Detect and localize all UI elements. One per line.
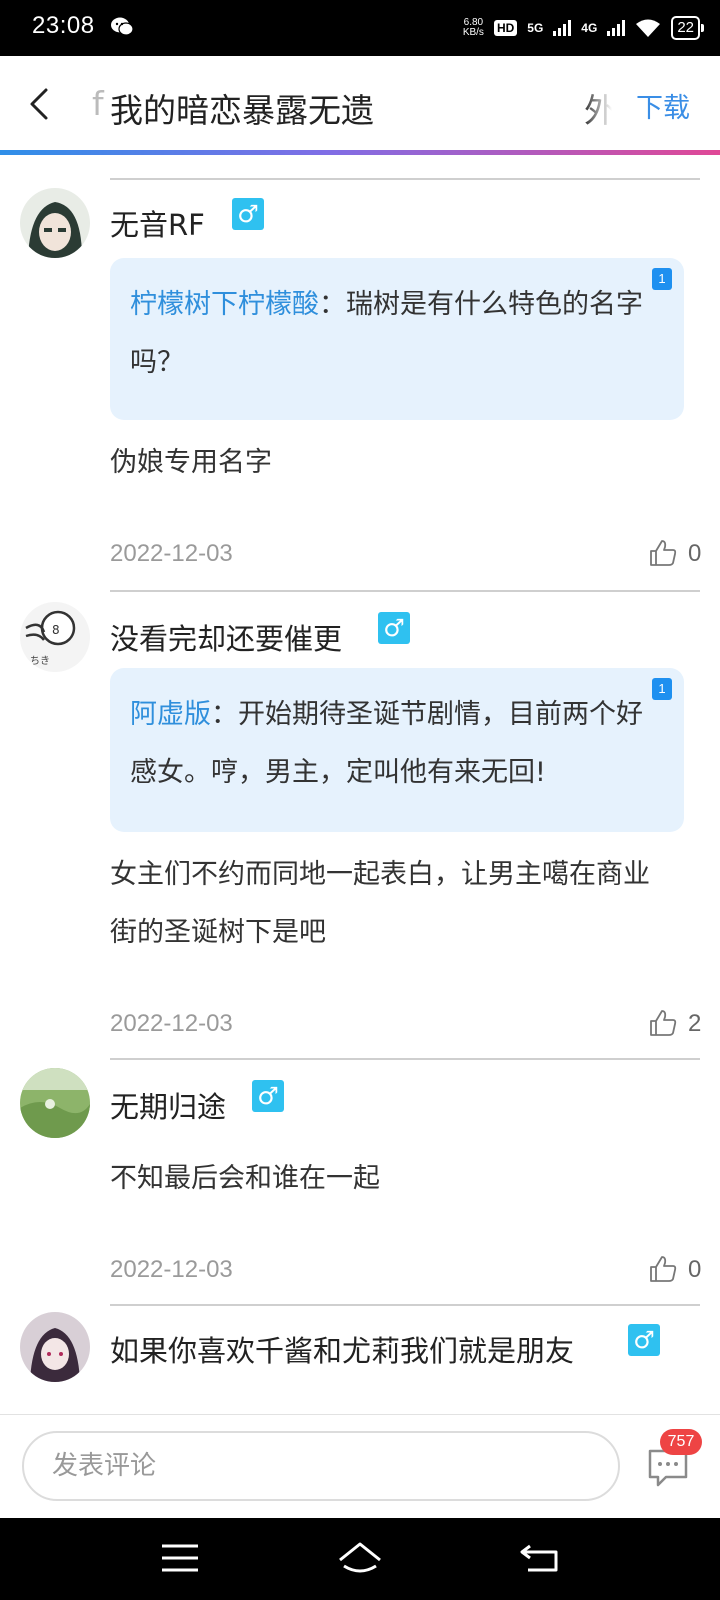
hd-voice-icon: HD: [493, 20, 518, 36]
network-4g-label: 4G: [581, 21, 598, 35]
back-nav-icon[interactable]: [516, 1536, 564, 1580]
comment-bar: 发表评论 757: [0, 1414, 720, 1518]
quoted-author[interactable]: 柠檬树下柠檬酸: [130, 289, 319, 320]
signal-bars-icon: [553, 20, 572, 36]
comment-date: 2022-12-03: [110, 1010, 233, 1037]
comment-count-badge: 757: [660, 1429, 702, 1455]
thumbs-up-icon[interactable]: [648, 1008, 678, 1038]
male-icon: ♂: [628, 1324, 660, 1356]
wifi-icon: [636, 19, 661, 37]
avatar[interactable]: [20, 1068, 90, 1138]
comment-username[interactable]: 无期归途: [110, 1084, 226, 1126]
quoted-reply[interactable]: 阿虚版：开始期待圣诞节剧情，目前两个好感女。哼，男主，定叫他有来无回! 1: [110, 668, 684, 832]
thumbs-up-icon[interactable]: [648, 538, 678, 568]
comment-divider: [110, 178, 700, 180]
male-icon: ♂: [378, 612, 410, 644]
quoted-author[interactable]: 阿虚版: [130, 699, 211, 730]
signal-bars-icon: [607, 20, 626, 36]
avatar[interactable]: [20, 188, 90, 258]
comment-username[interactable]: 没看完却还要催更: [110, 616, 342, 658]
battery-icon: 22: [671, 16, 704, 40]
avatar[interactable]: 8 ちき: [20, 602, 90, 672]
like-count: 0: [688, 1256, 702, 1283]
comment-text: 不知最后会和谁在一起: [110, 1163, 380, 1194]
back-arrow-icon[interactable]: [16, 78, 68, 130]
network-5g-label: 5G: [527, 21, 544, 35]
status-bar: 23:08 6.80 KB/s HD 5G 4G 22: [0, 0, 720, 56]
avatar[interactable]: [20, 1312, 90, 1382]
reply-count-badge: 1: [652, 678, 672, 700]
page-title: 我的暗恋暴露无遗: [110, 91, 374, 130]
comment-divider: [110, 590, 700, 592]
title-fade: [582, 80, 612, 130]
comment-divider: [110, 1304, 700, 1306]
download-button[interactable]: 下载: [636, 86, 690, 125]
svg-text:8: 8: [52, 623, 60, 637]
thumbs-up-icon[interactable]: [648, 1254, 678, 1284]
male-icon: ♂: [252, 1080, 284, 1112]
title-scroll-fragment: f: [92, 84, 104, 123]
quoted-reply[interactable]: 柠檬树下柠檬酸：瑞树是有什么特色的名字吗？ 1: [110, 258, 684, 420]
app-header: f 我的暗恋暴露无遗 外 下载: [0, 56, 720, 152]
comment-text: 伪娘专用名字: [110, 447, 272, 478]
comment-input[interactable]: 发表评论: [22, 1431, 620, 1501]
network-speed: 6.80 KB/s: [462, 17, 484, 38]
male-icon: ♂: [232, 198, 264, 230]
message-bubble-icon: [111, 17, 134, 36]
svg-text:ちき: ちき: [30, 655, 50, 667]
home-icon[interactable]: [336, 1536, 384, 1580]
status-indicators: 6.80 KB/s HD 5G 4G 22: [462, 12, 704, 44]
comment-username[interactable]: 如果你喜欢千酱和尤莉我们就是朋友: [110, 1328, 574, 1370]
like-count: 2: [688, 1010, 702, 1037]
header-gradient-divider: [0, 150, 720, 155]
comment-divider: [110, 1058, 700, 1060]
comment-text: 女主们不约而同地一起表白，让男主噶在商业街的圣诞树下是吧: [110, 859, 650, 948]
reply-count-badge: 1: [652, 268, 672, 290]
like-count: 0: [688, 540, 702, 567]
system-nav-bar: [0, 1518, 720, 1600]
menu-icon[interactable]: [156, 1536, 204, 1580]
comment-date: 2022-12-03: [110, 540, 233, 567]
comment-date: 2022-12-03: [110, 1256, 233, 1283]
comment-username[interactable]: 无音RF: [110, 202, 205, 244]
status-time: 23:08: [32, 12, 95, 39]
page-title-container: f 我的暗恋暴露无遗 外: [92, 80, 612, 130]
